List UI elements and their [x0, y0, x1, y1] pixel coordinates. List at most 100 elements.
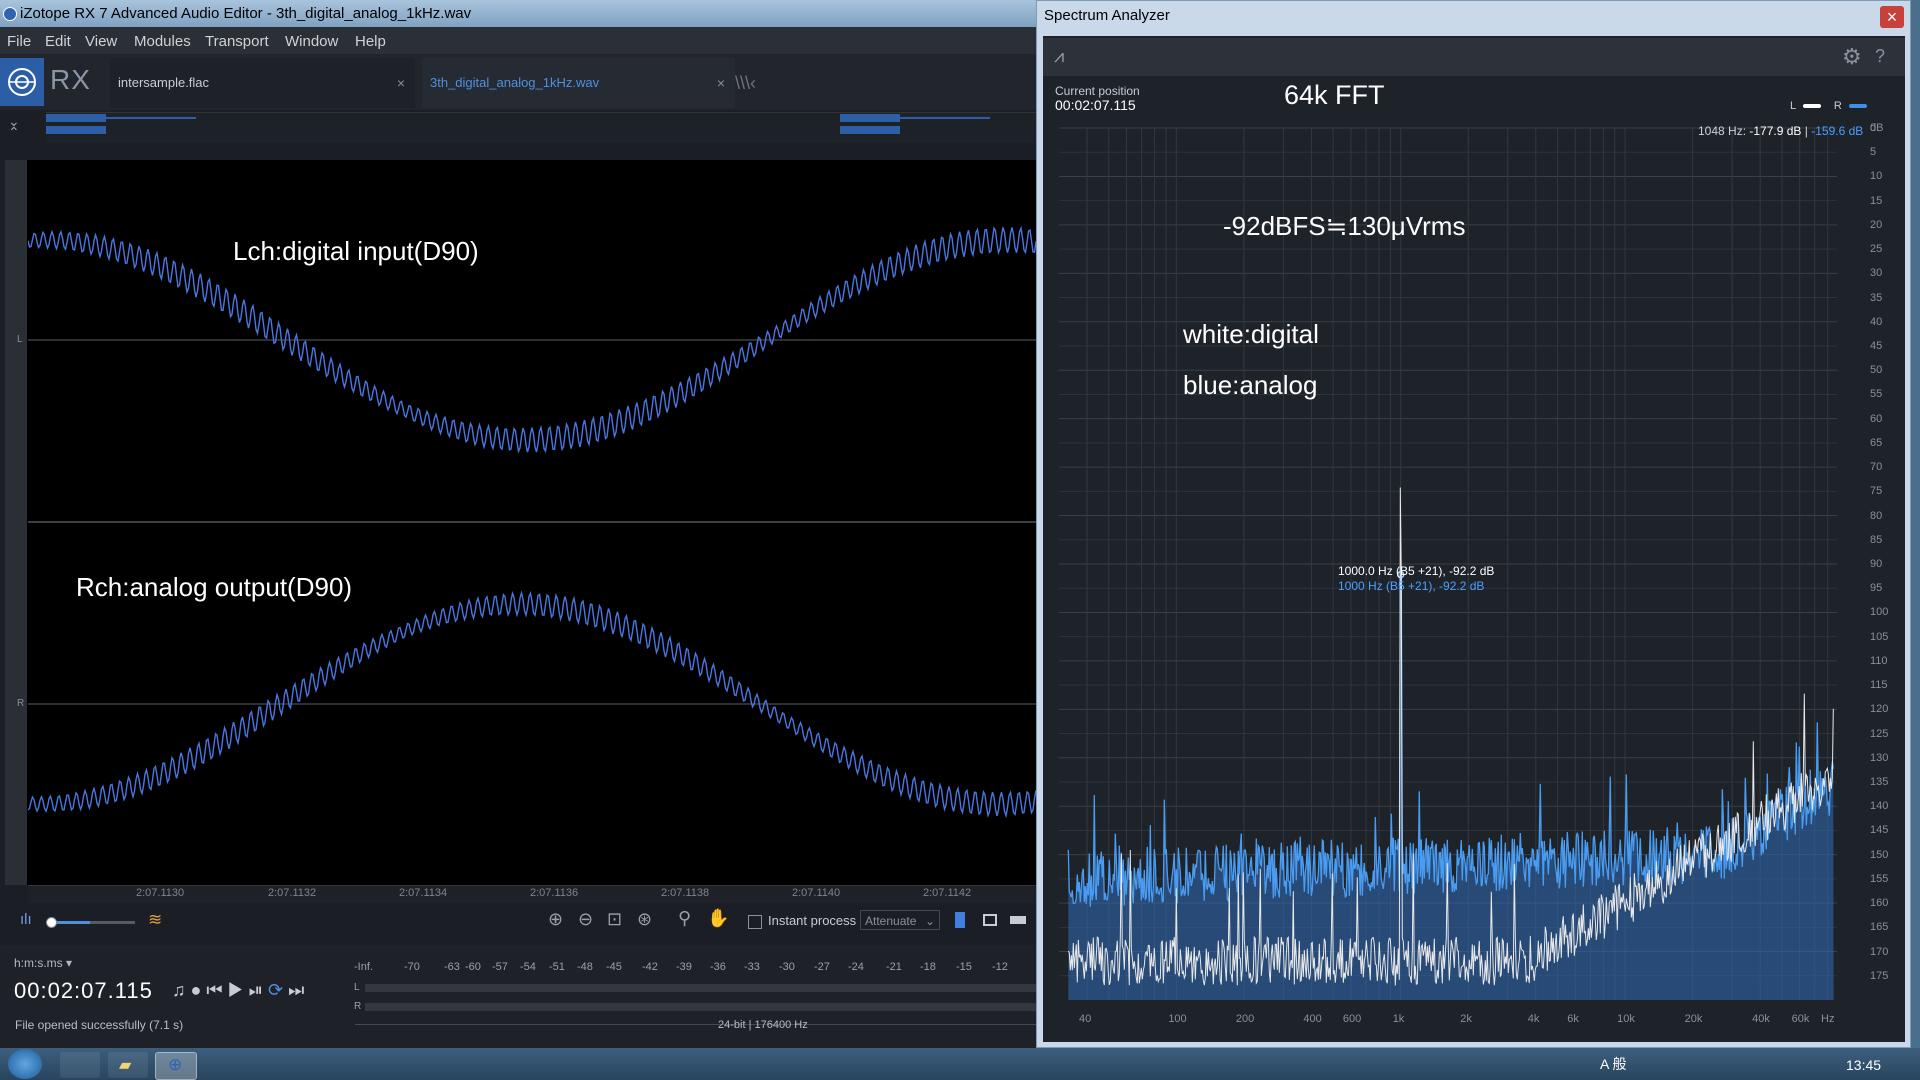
- legend-right-swatch: [1848, 104, 1867, 109]
- db-tick-label: 130: [1870, 751, 1889, 764]
- spectrogram-view-icon[interactable]: ≋: [148, 910, 162, 930]
- channel-gutter: L R: [5, 160, 27, 885]
- freq-tick-label: 4k: [1527, 1013, 1540, 1025]
- select-time-icon[interactable]: [955, 912, 965, 928]
- channel-legend: L R: [1790, 100, 1867, 112]
- file-tab-intersample[interactable]: intersample.flac ×: [110, 58, 415, 108]
- ime-indicator[interactable]: A 般: [1600, 1056, 1626, 1072]
- db-tick-label: 145: [1870, 824, 1889, 837]
- file-tab-label: intersample.flac: [118, 75, 210, 90]
- close-icon[interactable]: ×: [397, 58, 405, 108]
- readout-left-level: -177.9 dB: [1749, 124, 1802, 138]
- zoom-out-icon[interactable]: ⊖: [578, 909, 593, 930]
- level-meter-right: [365, 1003, 1036, 1011]
- tab-overflow-icon[interactable]: \\\‹: [735, 73, 756, 94]
- peak-label-left: 1000.0 Hz (B5 +21), -92.2 dB: [1338, 564, 1495, 578]
- zoom-fit-icon[interactable]: ⊛: [637, 909, 652, 930]
- db-tick-label: 55: [1870, 388, 1883, 401]
- close-icon[interactable]: ×: [717, 58, 725, 108]
- note-level: -92dBFS≒130μVrms: [1223, 211, 1466, 241]
- close-button[interactable]: ×: [1880, 6, 1904, 28]
- readout-frequency: 1048 Hz:: [1698, 124, 1747, 138]
- overview-region: [840, 114, 900, 122]
- db-tick-label: 175: [1870, 969, 1889, 982]
- divider: [355, 1024, 1036, 1025]
- menu-window[interactable]: Window: [285, 33, 338, 50]
- db-tick-label: 120: [1870, 703, 1889, 716]
- meter-tick: -21: [886, 961, 902, 973]
- select-timefreq-icon[interactable]: [1010, 916, 1026, 924]
- spectrum-right-line: [1067, 574, 1834, 907]
- overview-strip[interactable]: [46, 112, 1036, 143]
- help-icon[interactable]: ?: [1875, 46, 1885, 67]
- rx-title-bar[interactable]: iZotope RX 7 Advanced Audio Editor - 3th…: [0, 0, 1036, 27]
- db-tick-label: 30: [1870, 267, 1883, 280]
- select-freq-icon[interactable]: [983, 914, 997, 926]
- legend-left-label: L: [1790, 100, 1796, 112]
- system-tray[interactable]: A 般: [1600, 1054, 1626, 1074]
- menu-transport[interactable]: Transport: [205, 33, 269, 50]
- start-button[interactable]: [8, 1049, 42, 1079]
- instant-process-label: Instant process: [768, 913, 857, 928]
- menu-view[interactable]: View: [85, 33, 117, 50]
- time-ruler[interactable]: 2:07.1130 2:07.1132 2:07.1134 2:07.1136 …: [28, 885, 1036, 904]
- file-tab-3th-digital-analog[interactable]: 3th_digital_analog_1kHz.wav ×: [422, 58, 735, 108]
- menu-modules[interactable]: Modules: [134, 33, 191, 50]
- freq-tick-label: 10k: [1617, 1013, 1635, 1025]
- meter-tick: -51: [549, 961, 565, 973]
- ruler-tick: 2:07.1138: [661, 887, 710, 899]
- hand-tool-icon[interactable]: ✋: [707, 908, 729, 929]
- gear-icon[interactable]: ⚙: [1842, 44, 1862, 70]
- loop-icon[interactable]: ⟳: [268, 980, 288, 1000]
- taskbar-app-1[interactable]: [60, 1052, 100, 1078]
- ruler-tick: 2:07.1136: [530, 887, 579, 899]
- headphones-icon[interactable]: ♫: [172, 980, 191, 1000]
- time-format-select[interactable]: h:m:s.ms ▾: [14, 956, 72, 970]
- db-tick-label: 80: [1870, 509, 1883, 522]
- play-icon[interactable]: ▶: [228, 980, 249, 1000]
- menu-file[interactable]: File: [7, 33, 31, 50]
- rx-logo-icon[interactable]: [0, 58, 44, 106]
- db-tick-label: 100: [1870, 606, 1889, 619]
- process-mode-select[interactable]: Attenuate ⌄: [860, 910, 940, 930]
- meter-tick: -42: [642, 961, 658, 973]
- taskbar-clock[interactable]: 13:45: [1846, 1057, 1881, 1073]
- magnify-icon[interactable]: ⚲: [678, 908, 691, 929]
- zoom-selection-icon[interactable]: ⊡: [607, 909, 622, 930]
- meter-tick: -60: [465, 961, 481, 973]
- freq-tick-label: 2k: [1460, 1013, 1472, 1025]
- process-mode-value: Attenuate: [865, 914, 917, 928]
- meter-tick: -45: [606, 961, 622, 973]
- db-tick-label: 65: [1870, 436, 1883, 449]
- db-tick-label: 20: [1870, 218, 1883, 231]
- menu-edit[interactable]: Edit: [45, 33, 71, 50]
- timecode-display[interactable]: 00:02:07.115: [14, 978, 153, 1004]
- readout-separator: |: [1804, 124, 1808, 138]
- menu-help[interactable]: Help: [355, 33, 386, 50]
- opacity-slider[interactable]: [46, 917, 135, 928]
- play-selection-icon[interactable]: ⏯: [249, 980, 268, 1000]
- collapse-icon[interactable]: ⌄ ⌃: [8, 114, 20, 139]
- time-format-value: h:m:s.ms: [14, 956, 63, 970]
- db-tick-label: 85: [1870, 533, 1883, 546]
- meter-tick: -24: [848, 961, 864, 973]
- instant-process-checkbox[interactable]: [748, 915, 762, 929]
- skip-back-icon[interactable]: ⏮: [206, 980, 227, 1000]
- slider-handle[interactable]: [46, 917, 57, 928]
- taskbar-izotope[interactable]: ⊕: [155, 1052, 197, 1080]
- waveform-canvas[interactable]: [28, 160, 1036, 885]
- skip-end-icon[interactable]: ⏭: [288, 980, 309, 1000]
- taskbar-explorer[interactable]: ▰: [108, 1052, 148, 1078]
- peak-label-right: 1000 Hz (B5 +21), -92.2 dB: [1338, 579, 1485, 593]
- db-tick-label: 140: [1870, 800, 1889, 813]
- zoom-in-icon[interactable]: ⊕: [548, 909, 563, 930]
- rx-logo-text: RX: [50, 64, 91, 95]
- waveform-view-icon[interactable]: ılı: [20, 911, 32, 928]
- record-icon[interactable]: ●: [191, 980, 207, 1000]
- current-position-value: 00:02:07.115: [1055, 97, 1136, 113]
- db-tick-label: 105: [1870, 630, 1889, 643]
- spectrum-icon[interactable]: ⩘: [1054, 46, 1064, 67]
- freq-tick-label: 100: [1168, 1013, 1187, 1025]
- freq-tick-label: 200: [1235, 1013, 1255, 1025]
- db-tick-label: 150: [1870, 848, 1889, 861]
